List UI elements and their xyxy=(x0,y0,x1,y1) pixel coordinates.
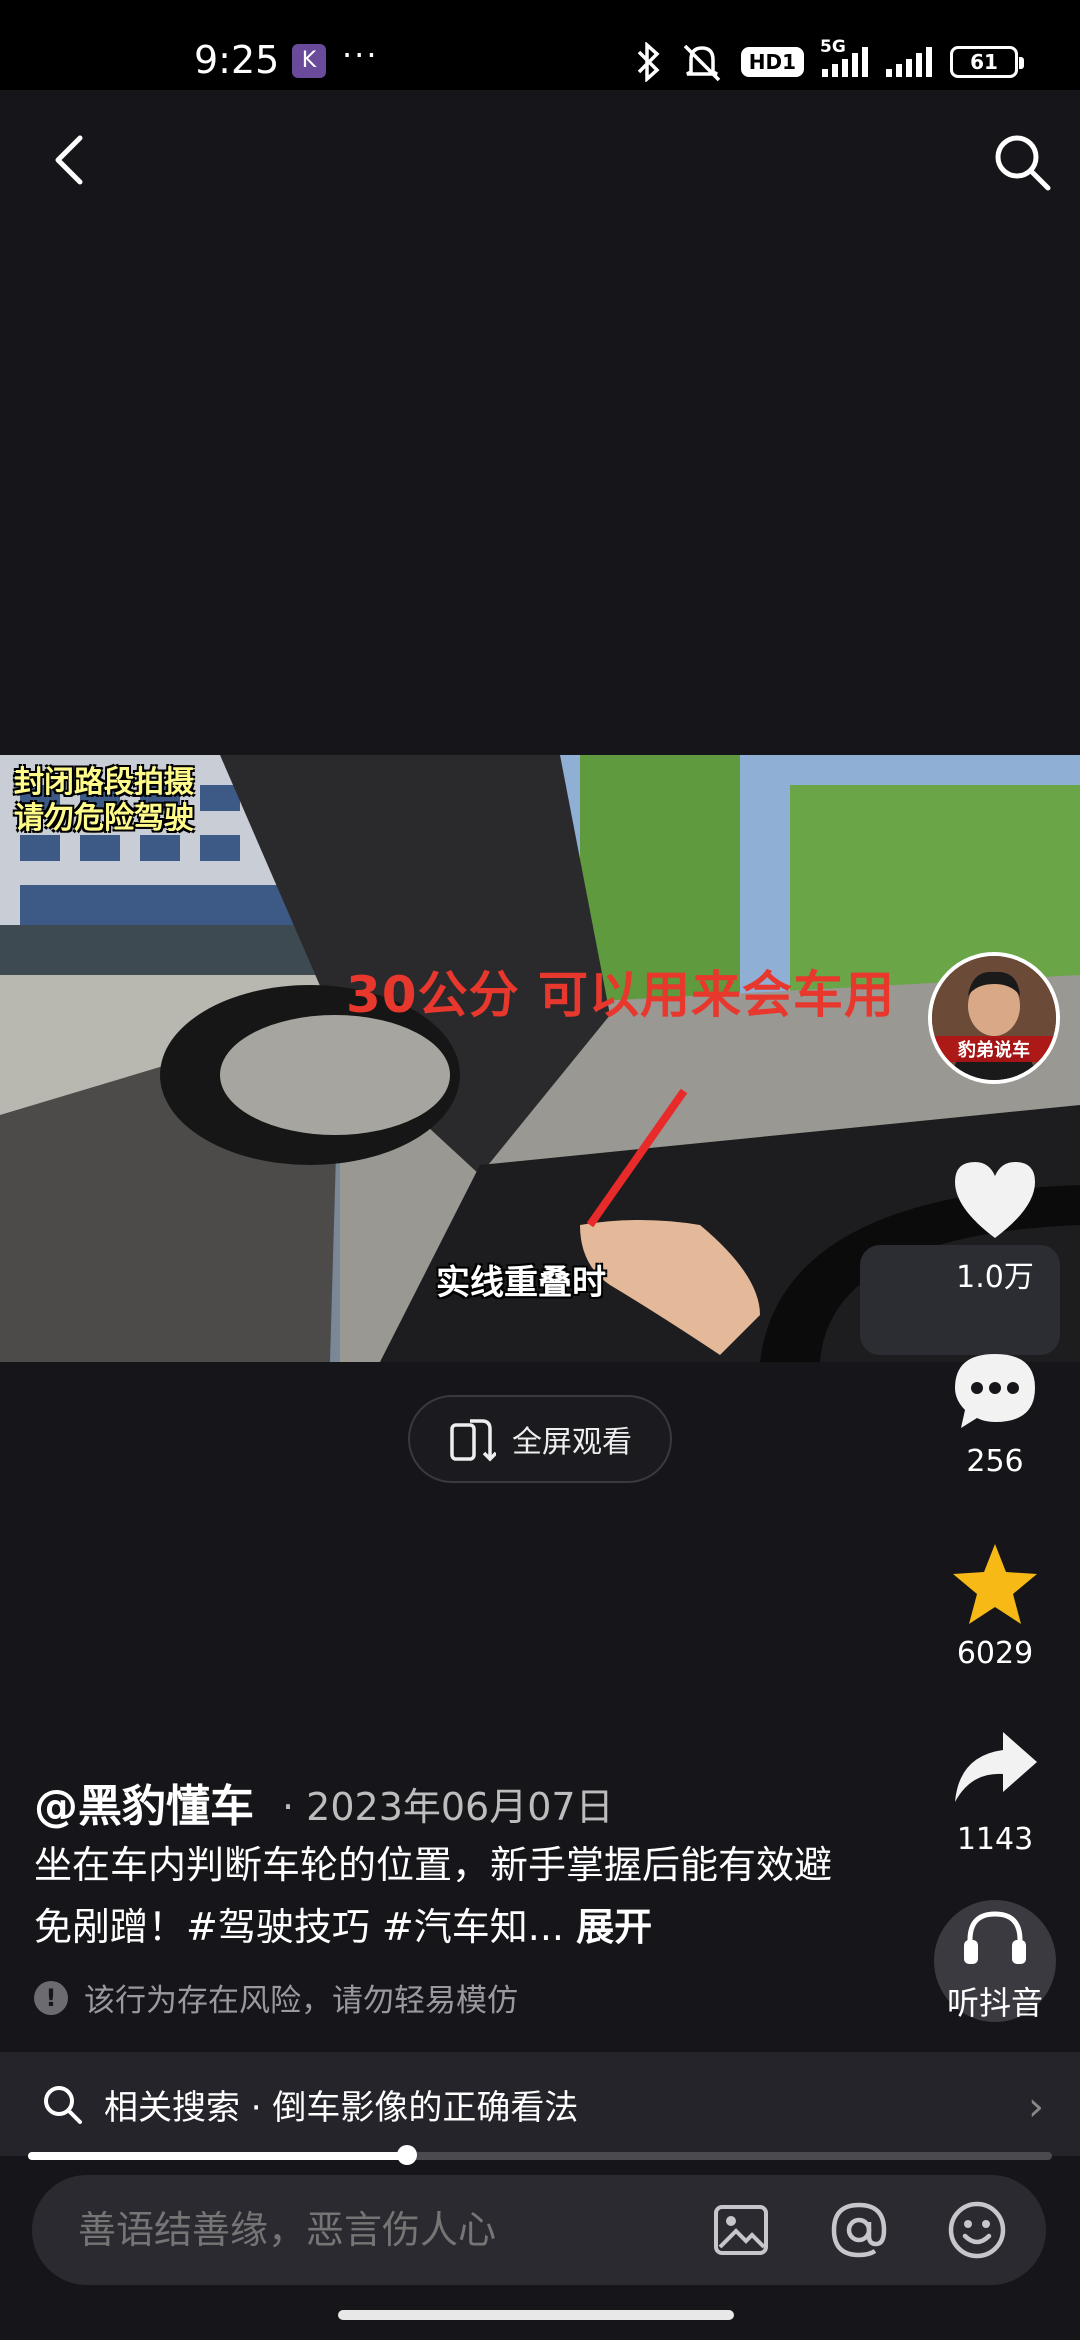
battery-icon: 61 xyxy=(950,46,1024,78)
search-icon xyxy=(44,2086,82,2124)
comment-input-bar xyxy=(32,2175,1046,2285)
star-icon xyxy=(953,1544,1037,1624)
avatar-label: 豹弟说车 xyxy=(932,1036,1056,1062)
share-arrow-icon xyxy=(955,1732,1037,1802)
image-icon xyxy=(714,2205,768,2255)
author-name[interactable]: @黑豹懂车 xyxy=(34,1770,254,1834)
post-description-text: 坐在车内判断车轮的位置，新手掌握后能有效避免剐蹭！#驾驶技巧 #汽车知... xyxy=(34,1843,833,1949)
creator-avatar[interactable]: 豹弟说车 xyxy=(928,952,1060,1084)
comment-count: 256 xyxy=(966,1444,1024,1479)
comment-button[interactable]: 256 xyxy=(930,1348,1060,1479)
fullscreen-button[interactable]: 全屏观看 xyxy=(408,1395,672,1483)
status-time: 9:25 xyxy=(194,38,280,82)
status-bar: 9:25 K ··· HD1 5G 61 xyxy=(0,0,1080,90)
post-description: 坐在车内判断车轮的位置，新手掌握后能有效避免剐蹭！#驾驶技巧 #汽车知... 展… xyxy=(34,1834,834,1958)
heart-icon xyxy=(955,1162,1035,1238)
rotate-screen-icon xyxy=(450,1419,496,1462)
exclamation-icon: ! xyxy=(34,1980,68,2015)
share-count: 1143 xyxy=(956,1822,1034,1857)
mention-button[interactable] xyxy=(824,2195,894,2265)
more-notifications-icon: ··· xyxy=(342,36,379,74)
share-button[interactable]: 1143 xyxy=(930,1726,1060,1857)
video-notice-line2: 请勿危险驾驶 xyxy=(14,801,194,836)
like-button[interactable]: 1.0万 xyxy=(930,1156,1060,1296)
back-button[interactable] xyxy=(50,130,110,200)
emoji-button[interactable] xyxy=(942,2195,1012,2265)
comment-input[interactable] xyxy=(78,2208,706,2252)
video-player[interactable]: 封闭路段拍摄 请勿危险驾驶 30公分 可以用来会车用 实线重叠时 xyxy=(0,755,1080,1362)
favorite-count: 6029 xyxy=(956,1636,1034,1671)
playback-progress-fill xyxy=(28,2152,407,2160)
video-caption: 实线重叠时 xyxy=(436,1263,606,1303)
comment-icon xyxy=(955,1354,1035,1428)
video-headline: 30公分 可以用来会车用 xyxy=(346,966,895,1024)
signal-5g-icon: 5G xyxy=(820,37,868,77)
playback-scrubber-handle[interactable] xyxy=(396,2145,417,2165)
like-count: 1.0万 xyxy=(956,1260,1034,1295)
related-search-bar[interactable]: 相关搜索 · 倒车影像的正确看法 › xyxy=(0,2052,1080,2156)
smiley-icon xyxy=(948,2201,1006,2259)
search-button[interactable] xyxy=(990,130,1060,200)
5g-label: 5G xyxy=(820,37,846,57)
signal-icon xyxy=(886,47,932,77)
at-sign-icon xyxy=(831,2202,887,2258)
listen-douyin-label: 听抖音 xyxy=(946,1984,1043,2022)
mute-icon xyxy=(683,44,720,82)
favorite-button[interactable]: 6029 xyxy=(930,1540,1060,1671)
bluetooth-icon xyxy=(637,42,660,82)
headphones-icon xyxy=(964,1911,1026,1964)
hd-badge: HD1 xyxy=(740,47,804,77)
search-icon xyxy=(995,135,1051,191)
related-search-text: 相关搜索 · 倒车影像的正确看法 xyxy=(104,2087,579,2128)
expand-link[interactable]: 展开 xyxy=(576,1905,652,1949)
back-arrow-icon xyxy=(55,135,83,185)
risk-warning: ! 该行为存在风险，请勿轻易模仿 xyxy=(34,1975,518,2020)
fullscreen-label: 全屏观看 xyxy=(512,1425,632,1460)
app-notification-icon: K xyxy=(292,44,326,78)
playback-progress-bar[interactable] xyxy=(28,2145,1052,2165)
video-notice-line1: 封闭路段拍摄 xyxy=(14,765,194,800)
image-picker-button[interactable] xyxy=(706,2195,776,2265)
post-date: · 2023年06月07日 xyxy=(282,1785,614,1829)
chevron-right-icon: › xyxy=(1028,2084,1044,2130)
home-indicator[interactable] xyxy=(338,2310,734,2320)
video-notice-overlay: 封闭路段拍摄 请勿危险驾驶 xyxy=(14,765,194,837)
risk-warning-text: 该行为存在风险，请勿轻易模仿 xyxy=(84,1983,518,2019)
